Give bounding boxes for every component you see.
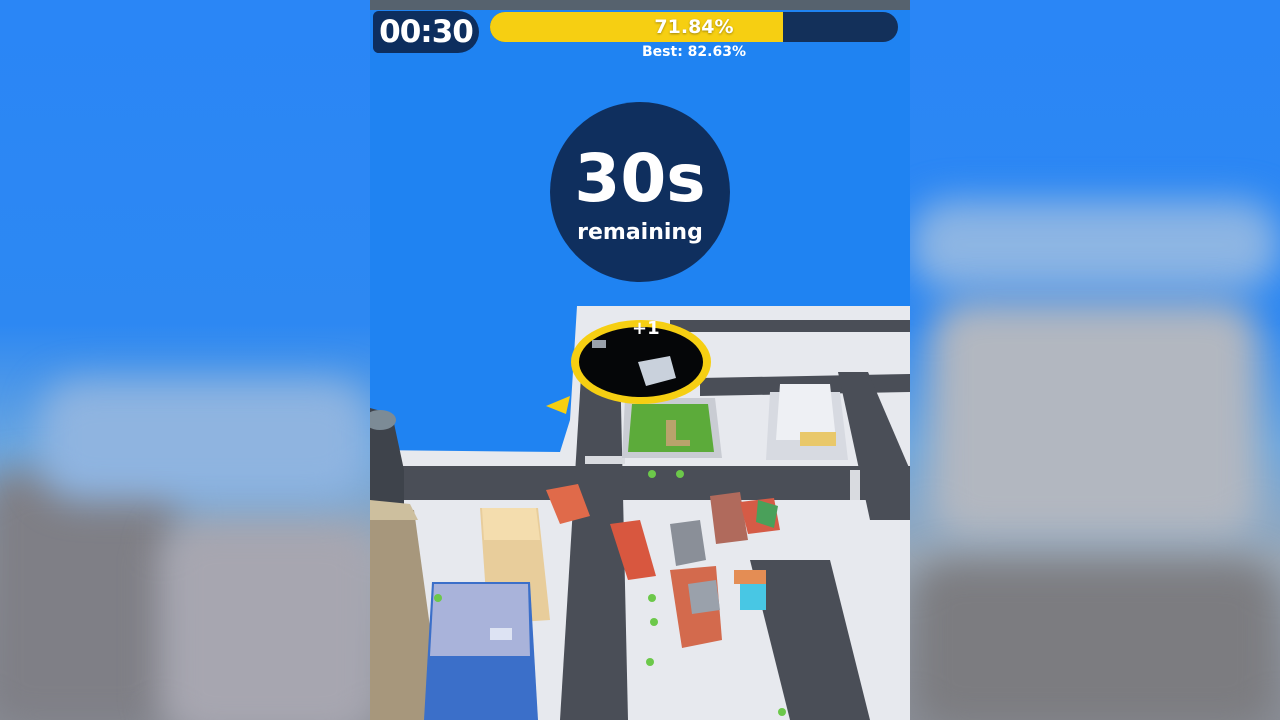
tree (778, 708, 786, 716)
house-orange (734, 570, 766, 584)
top-strip (370, 0, 910, 10)
building-cream-roof (482, 508, 540, 540)
road-main (400, 466, 910, 500)
building-white-windows (800, 432, 836, 446)
tree (676, 470, 684, 478)
progress-bar: 71.84% (490, 12, 898, 42)
countdown-label: remaining (577, 219, 703, 245)
crosswalk (585, 456, 625, 464)
tower-blue-roof (430, 584, 530, 656)
road-top (670, 320, 910, 332)
right-backdrop (910, 0, 1280, 720)
tree (648, 594, 656, 602)
game-viewport[interactable]: +1 00:30 71.84% Best: 82.63% 30s remaini… (370, 0, 910, 720)
yellow-arrow-icon (546, 396, 570, 414)
building-white-top (776, 384, 836, 440)
score-popup: +1 (632, 318, 660, 339)
house-cyan (740, 584, 766, 610)
countdown-value: 30s (574, 139, 706, 217)
tree (434, 594, 442, 602)
timer-badge: 00:30 (373, 11, 479, 53)
tower-blue-vent (490, 628, 512, 640)
timer-text: 00:30 (379, 14, 474, 50)
best-score-text: Best: 82.63% (642, 44, 746, 60)
tree (646, 658, 654, 666)
house-grey (670, 520, 706, 566)
countdown-bubble: 30s remaining (550, 102, 730, 282)
tree (648, 470, 656, 478)
progress-text: 71.84% (654, 16, 734, 38)
crosswalk (850, 470, 860, 500)
tree (650, 618, 658, 626)
left-backdrop (0, 0, 370, 720)
falling-sign (592, 340, 606, 348)
house-grey (688, 580, 720, 614)
